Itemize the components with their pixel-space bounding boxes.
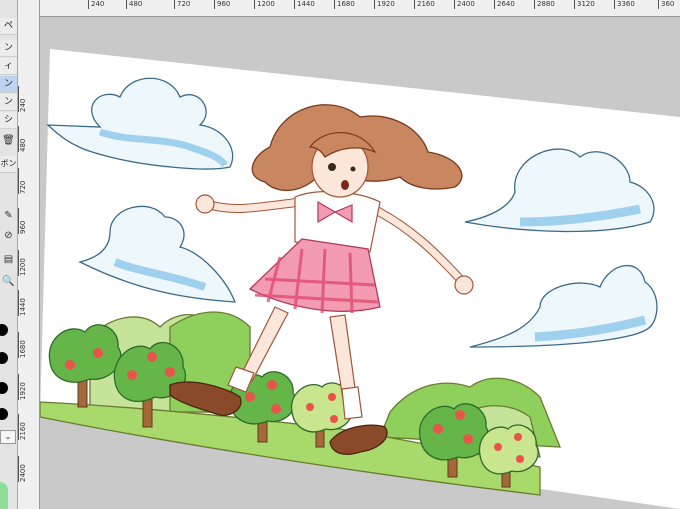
ruler-tick-label: 240	[18, 86, 41, 112]
search-icon[interactable]: 🔍	[0, 274, 17, 290]
ruler-tick-label: 1680	[334, 0, 355, 9]
ruler-tick-label: 1680	[18, 332, 41, 358]
pen-icon[interactable]: ✎	[0, 208, 17, 224]
ruler-tick-label: 1200	[254, 0, 275, 9]
ruler-tick-label: 3360	[614, 0, 635, 9]
color-swatch[interactable]	[0, 482, 8, 509]
ruler-tick-label: 240	[88, 0, 104, 9]
ruler-tick-label: 2640	[494, 0, 515, 9]
canvas-area[interactable]	[40, 17, 680, 509]
brush-size-dot[interactable]	[0, 382, 8, 394]
ruler-tick-label: 3120	[574, 0, 595, 9]
fill-icon[interactable]: ▤	[0, 252, 17, 268]
trash-icon[interactable]: 🗑	[0, 133, 17, 149]
ruler-tick-label: 1440	[18, 290, 41, 316]
brush-size-dot[interactable]	[0, 324, 8, 336]
illustration-canvas[interactable]	[40, 17, 680, 509]
tool-tab-2[interactable]: ィ	[0, 58, 17, 75]
tool-tab-ribbon[interactable]: ボン	[0, 156, 17, 173]
ruler-tick-label: 1920	[374, 0, 395, 9]
brush-size-dot[interactable]	[0, 352, 8, 364]
ruler-tick-label: 960	[18, 208, 41, 234]
tool-tab-5[interactable]: シ	[0, 112, 17, 129]
chevron-down-icon[interactable]: ⌄	[0, 430, 16, 444]
tool-panel: ペ ン ィ ン ン シ 🗑 ボン ✎ ⊘ ▤ 🔍 ⌄	[0, 0, 18, 509]
tool-tab-3[interactable]: ン	[0, 76, 17, 93]
horizontal-ruler: 240 480 720 960 1200 1440 1680 1920 2160…	[40, 0, 680, 17]
ruler-tick-label: 480	[126, 0, 142, 9]
ruler-tick-label: 720	[18, 168, 41, 194]
tool-tab-top[interactable]: ペ	[0, 18, 17, 35]
ruler-tick-label: 2400	[18, 456, 41, 482]
ruler-tick-label: 720	[174, 0, 190, 9]
ruler-tick-label: 960	[214, 0, 230, 9]
blend-icon[interactable]: ⊘	[0, 228, 17, 244]
vertical-ruler: 240 480 720 960 1200 1440 1680 1920 2160…	[18, 0, 41, 509]
ruler-tick-label: 480	[18, 126, 41, 152]
brush-size-dot[interactable]	[0, 408, 8, 420]
tool-tab-1[interactable]: ン	[0, 40, 17, 57]
ruler-tick-label: 360	[658, 0, 674, 9]
ruler-tick-label: 2160	[414, 0, 435, 9]
ruler-tick-label: 1200	[18, 250, 41, 276]
tool-tab-4[interactable]: ン	[0, 94, 17, 111]
ruler-tick-label: 2880	[534, 0, 555, 9]
ruler-tick-label: 1440	[294, 0, 315, 9]
ruler-tick-label: 1920	[18, 374, 41, 400]
ruler-tick-label: 2160	[18, 414, 41, 440]
ruler-tick-label: 2400	[454, 0, 475, 9]
